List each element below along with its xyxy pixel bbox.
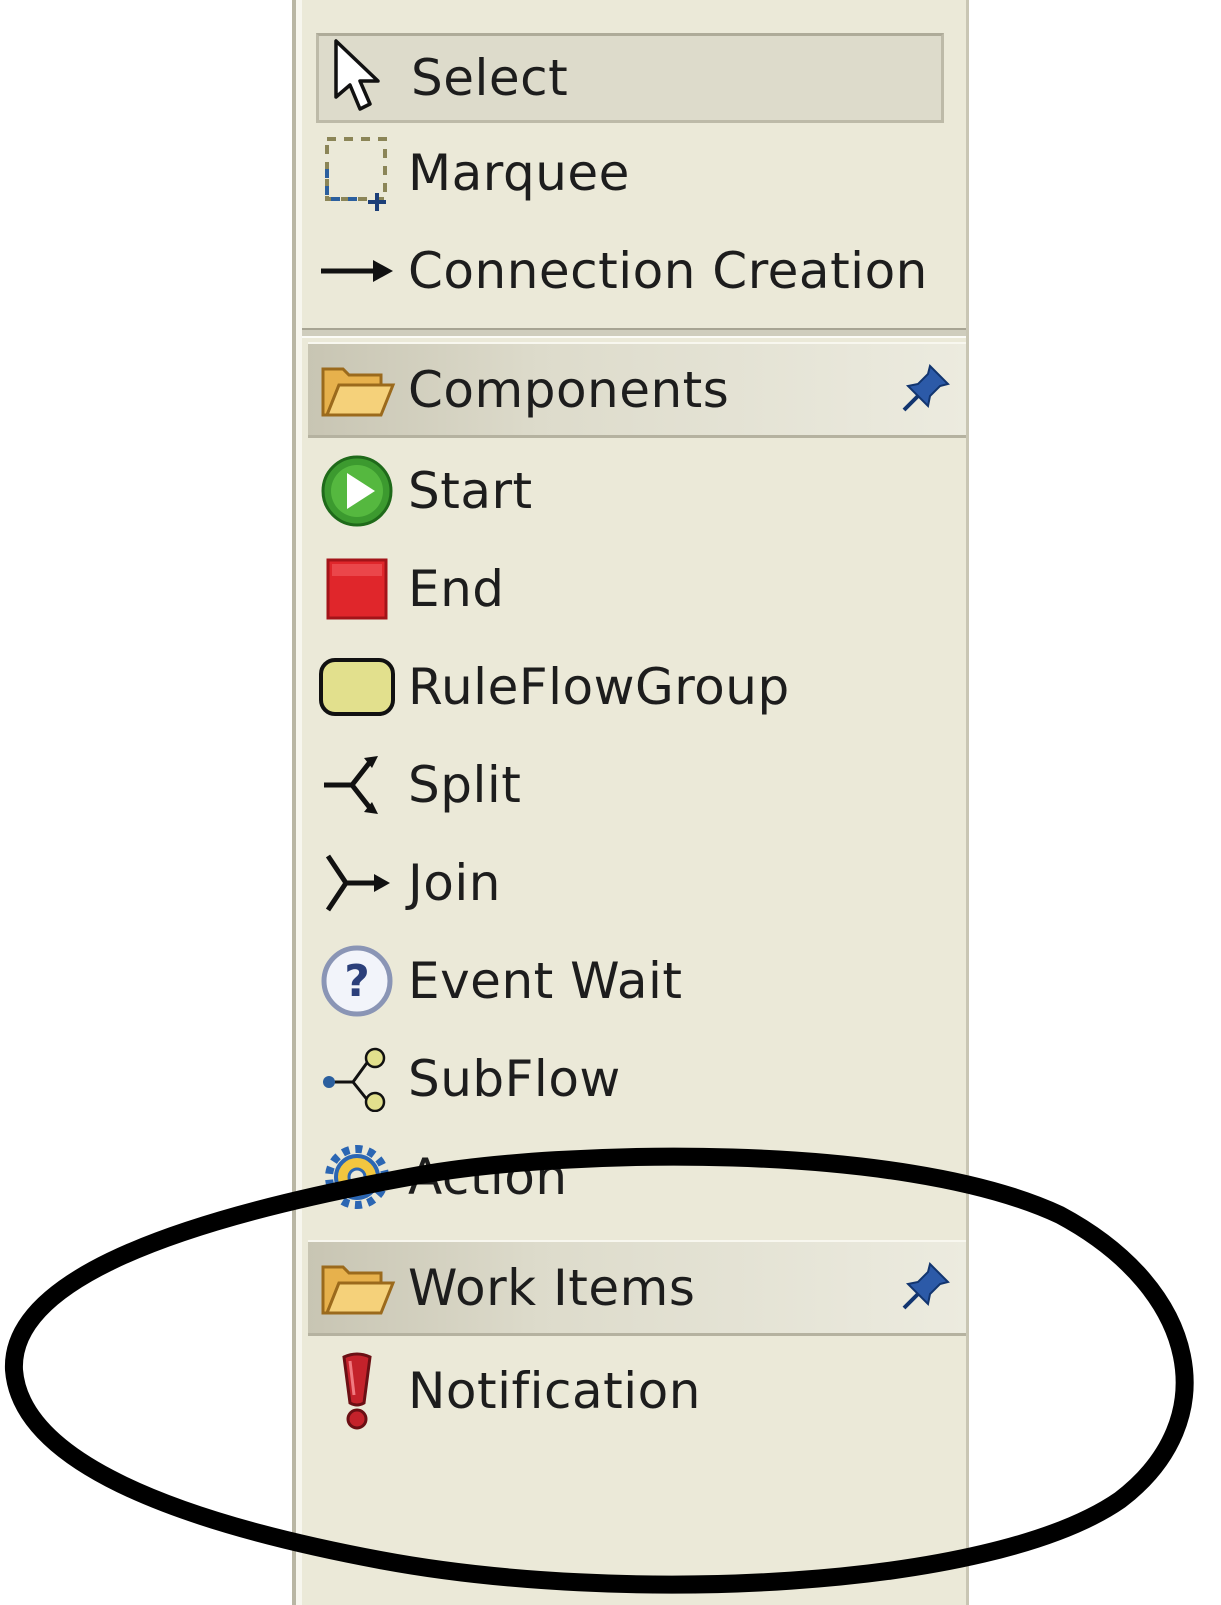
notification-tool[interactable]: Notification (316, 1346, 944, 1436)
work-items-drawer-title: Work Items (408, 1258, 696, 1317)
select-tool-label: Select (411, 49, 569, 107)
ruleflowgroup-tool-label: RuleFlowGroup (408, 658, 790, 716)
pin-icon[interactable] (900, 1260, 952, 1312)
join-icon (316, 842, 398, 924)
marquee-tool[interactable]: Marquee (316, 128, 944, 218)
notification-tool-label: Notification (408, 1362, 701, 1420)
svg-text:?: ? (344, 956, 370, 1007)
action-tool-label: Action (408, 1148, 568, 1206)
components-drawer-header[interactable]: Components (308, 342, 966, 438)
gear-icon (316, 1136, 398, 1218)
select-tool[interactable]: Select (316, 33, 944, 123)
action-tool[interactable]: Action (316, 1132, 944, 1222)
ruleflowgroup-tool[interactable]: RuleFlowGroup (316, 642, 944, 732)
start-icon (316, 450, 398, 532)
subflow-icon (316, 1038, 398, 1120)
join-tool-label: Join (408, 854, 501, 912)
join-tool[interactable]: Join (316, 838, 944, 928)
split-icon (316, 744, 398, 826)
palette-separator (302, 328, 966, 338)
arrow-pointer-icon (319, 37, 401, 119)
connection-creation-tool-label: Connection Creation (408, 242, 928, 300)
question-icon: ? (316, 940, 398, 1022)
end-tool[interactable]: End (316, 544, 944, 634)
subflow-tool[interactable]: SubFlow (316, 1034, 944, 1124)
pin-icon[interactable] (900, 362, 952, 414)
start-tool[interactable]: Start (316, 446, 944, 536)
end-icon (316, 548, 398, 630)
folder-open-icon (316, 1246, 400, 1330)
end-tool-label: End (408, 560, 505, 618)
split-tool-label: Split (408, 756, 522, 814)
exclamation-icon (316, 1350, 398, 1432)
subflow-tool-label: SubFlow (408, 1050, 621, 1108)
event-wait-tool-label: Event Wait (408, 952, 683, 1010)
split-tool[interactable]: Split (316, 740, 944, 830)
connection-arrow-icon (316, 230, 398, 312)
marquee-icon (316, 132, 398, 214)
marquee-tool-label: Marquee (408, 144, 630, 202)
palette: Select Marquee Connection Creation Compo… (292, 0, 969, 1605)
folder-open-icon (316, 348, 400, 432)
ruleflowgroup-icon (316, 646, 398, 728)
work-items-drawer-header[interactable]: Work Items (308, 1240, 966, 1336)
connection-creation-tool[interactable]: Connection Creation (316, 226, 944, 316)
event-wait-tool[interactable]: ? Event Wait (316, 936, 944, 1026)
components-drawer-title: Components (408, 360, 730, 419)
start-tool-label: Start (408, 462, 533, 520)
